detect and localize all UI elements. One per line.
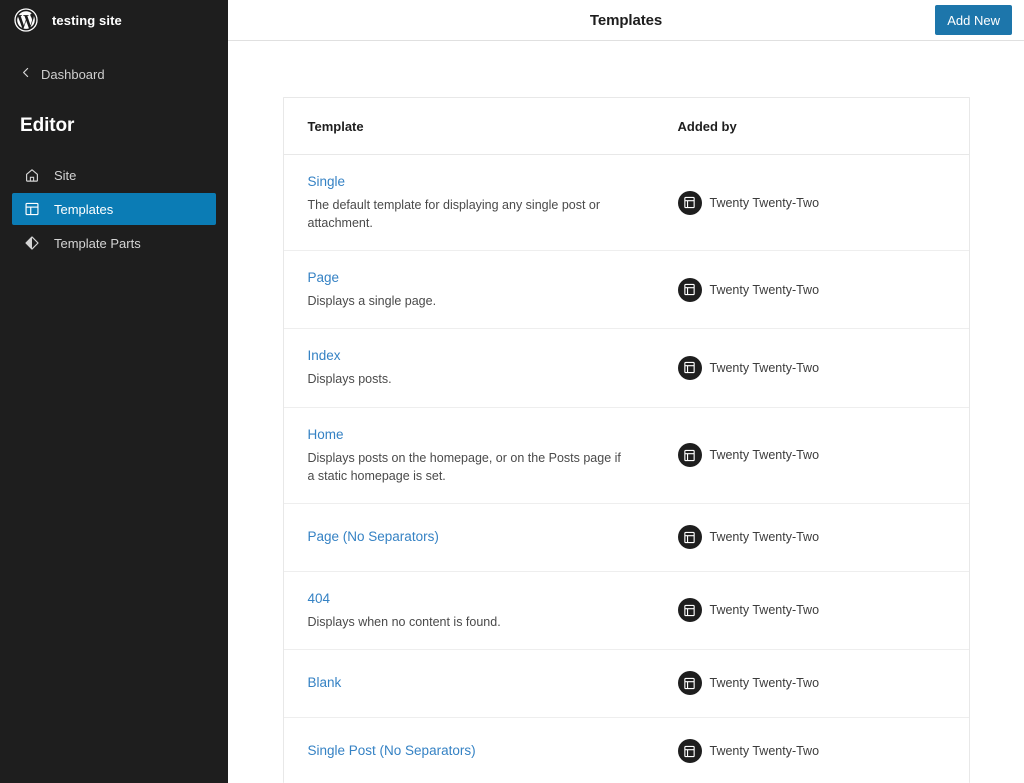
cell-added-by: Twenty Twenty-Two (677, 525, 945, 550)
template-description: Displays posts on the homepage, or on th… (307, 450, 621, 483)
cell-template: Blank (308, 674, 678, 692)
site-name: testing site (52, 12, 122, 28)
content-region: Template Added by Single The default tem… (228, 41, 1024, 783)
sidebar-item-label: Site (54, 167, 77, 183)
added-by-name: Twenty Twenty-Two (709, 195, 820, 210)
sidebar-nav: Site Templates Template Parts (0, 159, 228, 259)
template-description: Displays posts. (307, 372, 392, 387)
table-row: Single The default template for displayi… (283, 155, 969, 252)
added-by-name: Twenty Twenty-Two (709, 530, 820, 545)
page-title: Templates (589, 11, 663, 29)
cell-added-by: Twenty Twenty-Two (677, 598, 945, 623)
sidebar-item-template-parts[interactable]: Template Parts (12, 227, 216, 259)
table-body: Single The default template for displayi… (283, 155, 969, 783)
theme-layout-icon (677, 525, 702, 550)
cell-template: 404 Displays when no content is found. (308, 590, 678, 631)
cell-template: Page Displays a single page. (308, 269, 678, 310)
table-header-row: Template Added by (283, 98, 969, 155)
cell-template: Single Post (No Separators) (308, 742, 678, 760)
added-by-name: Twenty Twenty-Two (709, 744, 820, 759)
table-row: Page (No Separators) Twenty Twenty-Two (283, 504, 969, 572)
template-description: Displays a single page. (307, 294, 437, 309)
sidebar: testing site Dashboard Editor Site Templ… (0, 0, 228, 783)
table-row: 404 Displays when no content is found. T… (283, 572, 969, 650)
sidebar-item-label: Templates (54, 201, 114, 217)
cell-added-by: Twenty Twenty-Two (677, 443, 945, 468)
added-by-name: Twenty Twenty-Two (709, 282, 820, 297)
symbol-filled-icon (22, 233, 42, 253)
table-row: Index Displays posts. Twenty Twenty-Two (283, 329, 969, 408)
template-link[interactable]: 404 (308, 590, 331, 608)
cell-template: Home Displays posts on the homepage, or … (308, 426, 678, 485)
chevron-left-icon (20, 67, 32, 81)
theme-layout-icon (677, 671, 702, 696)
cell-added-by: Twenty Twenty-Two (677, 739, 945, 764)
cell-template: Single The default template for displayi… (308, 173, 678, 232)
template-link[interactable]: Page (308, 269, 340, 287)
sidebar-section-title: Editor (20, 115, 75, 136)
template-description: Displays when no content is found. (307, 614, 501, 629)
table-row: Home Displays posts on the homepage, or … (283, 408, 969, 504)
table-row: Page Displays a single page. Twenty Twen… (283, 251, 969, 330)
cell-added-by: Twenty Twenty-Two (677, 355, 945, 380)
page-header: Templates Add New (228, 0, 1024, 41)
added-by-name: Twenty Twenty-Two (709, 448, 820, 463)
templates-table: Template Added by Single The default tem… (282, 97, 970, 783)
sidebar-site-header[interactable]: testing site (0, 0, 228, 40)
template-link[interactable]: Single Post (No Separators) (308, 742, 476, 760)
theme-layout-icon (677, 443, 702, 468)
added-by-name: Twenty Twenty-Two (709, 360, 820, 375)
back-to-dashboard-link[interactable]: Dashboard (0, 62, 228, 86)
add-new-button[interactable]: Add New (935, 5, 1012, 35)
template-link[interactable]: Index (308, 347, 341, 365)
table-row: Single Post (No Separators) Twenty Twent… (284, 718, 969, 783)
theme-layout-icon (677, 277, 702, 302)
theme-layout-icon (677, 598, 702, 623)
added-by-name: Twenty Twenty-Two (709, 676, 820, 691)
template-link[interactable]: Blank (308, 674, 342, 692)
cell-added-by: Twenty Twenty-Two (677, 277, 945, 302)
cell-added-by: Twenty Twenty-Two (677, 671, 945, 696)
added-by-name: Twenty Twenty-Two (709, 603, 820, 618)
sidebar-item-site[interactable]: Site (12, 159, 216, 191)
template-link[interactable]: Single (308, 173, 346, 191)
table-row: Blank Twenty Twenty-Two (283, 650, 969, 718)
sidebar-item-templates[interactable]: Templates (12, 193, 216, 225)
cell-template: Page (No Separators) (308, 528, 678, 546)
home-icon (22, 165, 42, 185)
template-description: The default template for displaying any … (307, 198, 601, 231)
wordpress-logo-icon[interactable] (14, 8, 38, 32)
layout-icon (22, 199, 42, 219)
cell-added-by: Twenty Twenty-Two (677, 190, 945, 215)
cell-template: Index Displays posts. (308, 347, 678, 388)
theme-layout-icon (677, 190, 702, 215)
theme-layout-icon (677, 355, 702, 380)
theme-layout-icon (677, 739, 702, 764)
column-header-added-by: Added by (677, 118, 737, 134)
main-area: Templates Add New Template Added by Sing… (228, 0, 1024, 783)
back-to-dashboard-label: Dashboard (41, 66, 105, 82)
column-header-template: Template (307, 118, 364, 134)
site-editor-app: testing site Dashboard Editor Site Templ… (0, 0, 1024, 783)
template-link[interactable]: Home (308, 426, 344, 444)
template-link[interactable]: Page (No Separators) (308, 528, 439, 546)
sidebar-item-label: Template Parts (54, 235, 141, 251)
